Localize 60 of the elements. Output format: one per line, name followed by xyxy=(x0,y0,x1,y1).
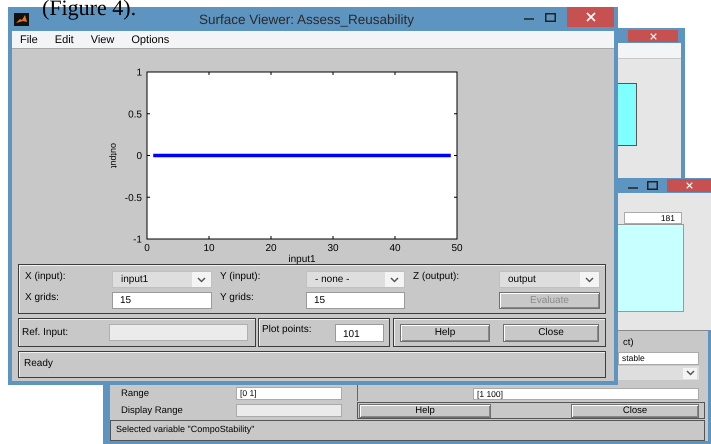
status-bar: Ready xyxy=(18,351,606,378)
tick-label: 1 xyxy=(136,68,142,78)
tick-label: 20 xyxy=(265,243,277,254)
grid-field[interactable]: 15 xyxy=(112,292,212,309)
field-label: X grids: xyxy=(25,292,60,305)
menu-item[interactable]: Options xyxy=(131,34,170,46)
field-label: Plot points: xyxy=(262,323,312,335)
menu-item[interactable]: File xyxy=(20,34,38,46)
window-title: Surface Viewer: Assess_Reusability xyxy=(198,12,416,27)
caret-icon xyxy=(390,276,399,282)
field-label: ct) xyxy=(623,337,635,349)
caret-icon xyxy=(686,370,694,376)
input-field[interactable]: 181 xyxy=(624,212,682,224)
list-box[interactable] xyxy=(617,224,684,312)
input-field[interactable]: [0 1] xyxy=(236,386,342,400)
tick-label: 0 xyxy=(144,243,150,254)
close-button[interactable] xyxy=(667,179,711,192)
close-button[interactable] xyxy=(628,30,678,42)
close-icon[interactable] xyxy=(650,32,656,40)
close-icon[interactable] xyxy=(586,12,596,22)
field-label: X (input): xyxy=(25,271,67,284)
axis-label: output xyxy=(109,142,119,168)
close-icon[interactable] xyxy=(686,182,692,189)
maximize-icon[interactable] xyxy=(647,181,658,190)
field-label: Ref. Input: xyxy=(22,327,70,338)
field-label: Z (output): xyxy=(412,271,460,284)
tick-label: 40 xyxy=(389,243,401,254)
field-label: Display Range xyxy=(121,405,184,416)
input-field[interactable] xyxy=(109,324,248,341)
tick-label: 30 xyxy=(327,243,339,254)
field-label: Range xyxy=(121,388,150,398)
dropdown[interactable]: output xyxy=(499,271,600,288)
input-field[interactable]: 101 xyxy=(335,324,384,342)
tick-label: 0.5 xyxy=(128,109,142,120)
close-button[interactable] xyxy=(567,7,614,27)
caret-icon xyxy=(197,276,206,282)
dropdown[interactable]: - none - xyxy=(306,271,405,288)
field-label: Y grids: xyxy=(219,292,255,305)
dropdown[interactable]: input1 xyxy=(112,271,212,288)
close-button[interactable]: Close xyxy=(503,324,599,342)
app-logo-icon xyxy=(14,12,29,26)
help-button[interactable]: Help xyxy=(400,324,490,342)
tick-label: 50 xyxy=(451,243,463,254)
close-button[interactable]: Close xyxy=(571,404,699,418)
caret-icon xyxy=(585,276,594,282)
tick-label: -1 xyxy=(133,234,142,246)
axis-label: input1 xyxy=(288,254,316,264)
grid-field[interactable]: 15 xyxy=(306,292,405,309)
input-field[interactable]: stable xyxy=(618,352,699,365)
field-label: Y (input): xyxy=(219,271,262,284)
input-field[interactable] xyxy=(236,404,342,417)
status-bar: Selected variable "CompoStability" xyxy=(110,420,705,441)
tick-label: -0.5 xyxy=(124,192,142,204)
tick-label: 0 xyxy=(136,151,142,162)
input-field[interactable]: [1 100] xyxy=(473,388,699,400)
help-button[interactable]: Help xyxy=(359,404,491,418)
maximize-icon[interactable] xyxy=(545,12,556,22)
menu-item[interactable]: Edit xyxy=(54,34,74,46)
tick-label: 10 xyxy=(203,243,215,254)
menu-item[interactable]: View xyxy=(90,34,114,46)
